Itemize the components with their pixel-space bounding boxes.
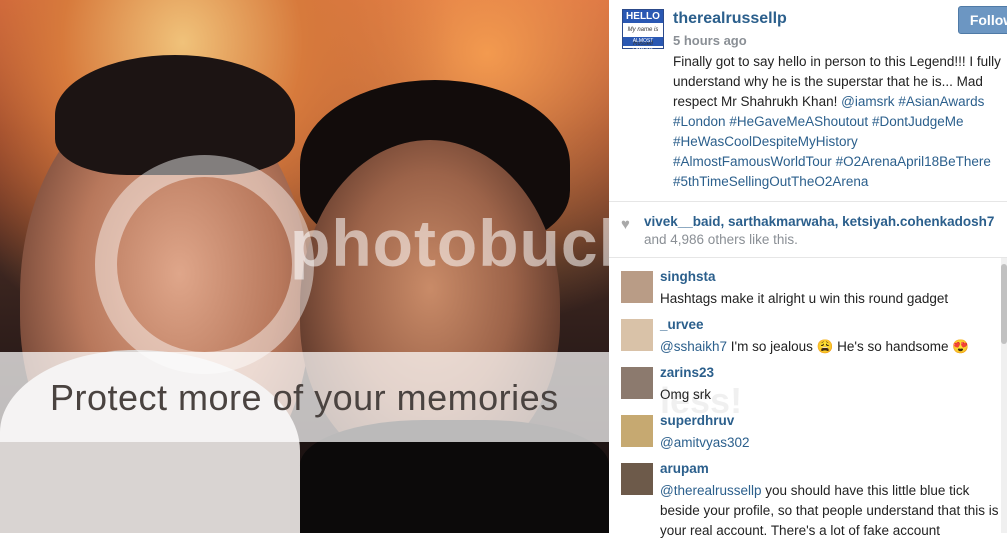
caption-tag[interactable]: @iamsrk: [841, 94, 894, 109]
comment-body: I'm so jealous 😩 He's so handsome 😍: [727, 339, 970, 354]
caption-tag[interactable]: #London: [673, 114, 726, 129]
caption-tag[interactable]: #AsianAwards: [898, 94, 984, 109]
caption-tag[interactable]: #O2ArenaApril18BeThere: [836, 154, 991, 169]
comment-text: Hashtags make it alright u win this roun…: [660, 289, 1005, 309]
caption-tag[interactable]: #HeGaveMeAShoutout: [729, 114, 868, 129]
avatar[interactable]: [621, 271, 653, 303]
post-caption: Finally got to say hello in person to th…: [673, 52, 1003, 192]
profile-avatar[interactable]: HELLO My name is Russell ALMOST FAMOUS: [622, 9, 664, 53]
post-time[interactable]: 5 hours ago: [673, 33, 747, 48]
comment-text: @therealrussellp you should have this li…: [660, 481, 1005, 541]
comment-user[interactable]: _urvee: [660, 317, 704, 332]
comment-user[interactable]: superdhruv: [660, 413, 734, 428]
post-sidebar: HELLO My name is Russell ALMOST FAMOUS t…: [609, 0, 1007, 538]
comment-mention[interactable]: @therealrussellp: [660, 483, 762, 498]
person-left-hair: [55, 55, 295, 175]
photobucket-logo-icon: [95, 155, 314, 374]
avatar[interactable]: [621, 463, 653, 495]
comment-mention[interactable]: @amitvyas302: [660, 435, 750, 450]
post-photo[interactable]: photobucket: [0, 0, 609, 533]
comments-scrollbar[interactable]: [1001, 258, 1007, 533]
caption-tag[interactable]: #AlmostFamousWorldTour: [673, 154, 832, 169]
scrollbar-thumb[interactable]: [1001, 264, 1007, 344]
avatar-name: My name is Russell: [627, 27, 659, 47]
avatar[interactable]: [621, 367, 653, 399]
comment-body: Hashtags make it alright u win this roun…: [660, 291, 949, 306]
watermark-brand: photobucket: [290, 206, 609, 280]
follow-button[interactable]: Follow: [958, 6, 1007, 34]
comment-user[interactable]: arupam: [660, 461, 709, 476]
avatar-almost-famous: ALMOST FAMOUS: [623, 37, 663, 53]
comment-body: Omg srk: [660, 387, 712, 402]
likers-list[interactable]: vivek__baid, sarthakmarwaha, ketsiyah.co…: [644, 214, 994, 229]
divider: [609, 257, 1007, 258]
watermark-message: Protect more of your memories: [50, 377, 559, 418]
comment-text: @sshaikh7 I'm so jealous 😩 He's so hands…: [660, 337, 1005, 357]
post-username[interactable]: therealrussellp: [673, 10, 787, 28]
heart-icon[interactable]: ♥: [621, 216, 630, 233]
divider: [609, 201, 1007, 202]
comment-mention[interactable]: @sshaikh7: [660, 339, 727, 354]
comment-user[interactable]: zarins23: [660, 365, 714, 380]
comment-text: Omg srk: [660, 385, 1005, 405]
avatar[interactable]: [621, 415, 653, 447]
avatar[interactable]: [621, 319, 653, 351]
comment-text: @amitvyas302: [660, 433, 1005, 453]
caption-tag[interactable]: #DontJudgeMe: [872, 114, 964, 129]
caption-tag[interactable]: #HeWasCoolDespiteMyHistory: [673, 134, 858, 149]
comment-user[interactable]: singhsta: [660, 269, 716, 284]
likes-count[interactable]: and 4,986 others like this.: [644, 232, 798, 247]
avatar-hello: HELLO: [623, 10, 663, 23]
caption-tag[interactable]: #5thTimeSellingOutTheO2Arena: [673, 174, 868, 189]
